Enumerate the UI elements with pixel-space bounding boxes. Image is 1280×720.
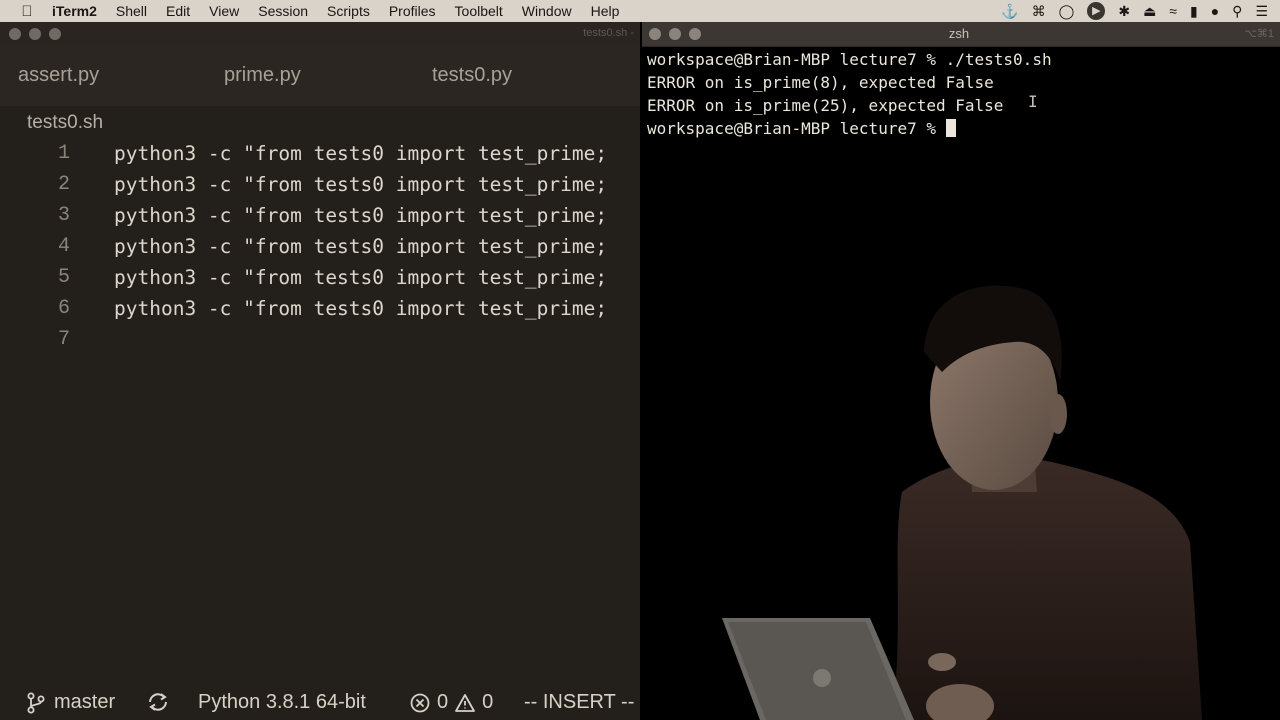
problems-indicator[interactable]: 0 0: [409, 691, 493, 714]
tab-prime-py[interactable]: prime.py: [224, 64, 301, 87]
git-branch-name: master: [54, 691, 116, 713]
git-branch-indicator[interactable]: master: [26, 691, 115, 714]
line-text[interactable]: python3 -c "from tests0 import test_prim…: [114, 142, 607, 165]
editor-window-title: tests0.sh -: [583, 27, 634, 39]
line-text[interactable]: python3 -c "from tests0 import test_prim…: [114, 204, 607, 227]
warning-icon: [455, 693, 476, 712]
menu-session[interactable]: Session: [258, 3, 308, 19]
code-line[interactable]: 7: [0, 328, 640, 359]
sync-icon: [149, 693, 167, 711]
list-icon[interactable]: ☰: [1255, 3, 1268, 20]
line-text[interactable]: python3 -c "from tests0 import test_prim…: [114, 297, 607, 320]
vim-mode-indicator: -- INSERT --: [524, 691, 635, 713]
glasses-icon[interactable]: ◯: [1059, 3, 1075, 20]
play-icon[interactable]: ▶: [1087, 2, 1106, 20]
menu-shell[interactable]: Shell: [116, 3, 147, 19]
menu-app-name[interactable]: iTerm2: [52, 3, 97, 19]
wifi-icon[interactable]: ≈: [1169, 3, 1177, 19]
breadcrumb[interactable]: tests0.sh: [27, 112, 103, 134]
battery-icon[interactable]: ▮: [1190, 3, 1198, 20]
zoom-button[interactable]: [49, 28, 61, 40]
error-icon: [410, 693, 430, 712]
line-text[interactable]: python3 -c "from tests0 import test_prim…: [114, 173, 607, 196]
bluetooth-icon[interactable]: ✱: [1118, 3, 1130, 20]
code-line[interactable]: 1 python3 -c "from tests0 import test_pr…: [0, 142, 640, 173]
tab-tests0-py[interactable]: tests0.py: [432, 64, 512, 87]
editor-status-bar: master Python 3.8.1 64-bit 0 0 -- INSERT: [0, 686, 640, 720]
line-text[interactable]: python3 -c "from tests0 import test_prim…: [114, 235, 607, 258]
minimize-button[interactable]: [29, 28, 41, 40]
menu-view[interactable]: View: [209, 3, 239, 19]
tab-assert-py[interactable]: assert.py: [18, 64, 99, 87]
search-icon[interactable]: ⚲: [1232, 3, 1242, 20]
eject-icon[interactable]: ⏏: [1143, 3, 1156, 20]
code-line[interactable]: 6 python3 -c "from tests0 import test_pr…: [0, 297, 640, 328]
line-number: 6: [57, 297, 70, 320]
apple-icon[interactable]: : [19, 3, 35, 20]
error-count: 0: [437, 691, 449, 713]
line-text[interactable]: python3 -c "from tests0 import test_prim…: [114, 266, 607, 289]
menu-scripts[interactable]: Scripts: [327, 3, 370, 19]
warning-count: 0: [482, 691, 494, 713]
code-line[interactable]: 2 python3 -c "from tests0 import test_pr…: [0, 173, 640, 204]
editor-titlebar: tests0.sh -: [0, 22, 640, 46]
line-number: 7: [57, 328, 70, 351]
line-number: 2: [57, 173, 70, 196]
presenter-figure: [722, 285, 1202, 720]
code-line[interactable]: 3 python3 -c "from tests0 import test_pr…: [0, 204, 640, 235]
menu-window[interactable]: Window: [522, 3, 572, 19]
python-interpreter[interactable]: Python 3.8.1 64-bit: [198, 691, 366, 714]
code-line[interactable]: 4 python3 -c "from tests0 import test_pr…: [0, 235, 640, 266]
window-controls: [9, 28, 69, 40]
command-icon[interactable]: ⌘: [1032, 3, 1046, 20]
close-button[interactable]: [9, 28, 21, 40]
line-number: 5: [57, 266, 70, 289]
line-number: 3: [57, 204, 70, 227]
menu-help[interactable]: Help: [591, 3, 620, 19]
editor-window: tests0.sh - assert.py prime.py tests0.py…: [0, 22, 640, 720]
sync-button[interactable]: [146, 691, 170, 713]
line-number: 1: [57, 142, 70, 165]
menu-toolbelt[interactable]: Toolbelt: [455, 3, 503, 19]
code-line[interactable]: 5 python3 -c "from tests0 import test_pr…: [0, 266, 640, 297]
menu-edit[interactable]: Edit: [166, 3, 190, 19]
line-number: 4: [57, 235, 70, 258]
editor-tab-bar: assert.py prime.py tests0.py: [0, 46, 640, 106]
menu-bar:  iTerm2 Shell Edit View Session Scripts…: [0, 0, 1280, 22]
docker-icon[interactable]: ⚓: [1001, 3, 1018, 20]
menu-profiles[interactable]: Profiles: [389, 3, 436, 19]
user-icon[interactable]: ●: [1211, 3, 1219, 19]
status-menu-icons: ⚓ ⌘ ◯ ▶ ✱ ⏏ ≈ ▮ ● ⚲ ☰: [988, 0, 1268, 22]
git-branch-icon: [27, 692, 45, 713]
